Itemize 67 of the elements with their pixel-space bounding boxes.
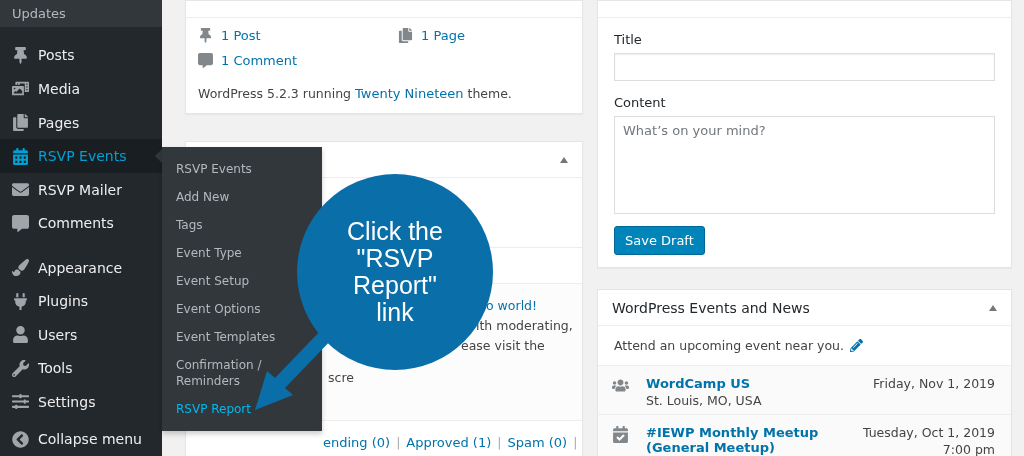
submenu-item[interactable]: Add New bbox=[176, 183, 230, 211]
sidebar-menu-item[interactable]: Updates bbox=[0, 0, 162, 27]
submenu-item[interactable]: Event Type bbox=[176, 239, 242, 267]
menu-icon bbox=[10, 213, 30, 234]
pages-icon bbox=[398, 28, 413, 43]
count-link[interactable]: 1 Post bbox=[221, 28, 261, 43]
intro-text: Attend an upcoming event near you. bbox=[614, 338, 844, 353]
sidebar-menu-item[interactable]: Comments bbox=[0, 206, 162, 240]
menu-icon bbox=[10, 358, 30, 379]
sidebar-menu-item[interactable]: Appearance bbox=[0, 250, 162, 285]
submenu-item[interactable]: RSVP Events bbox=[176, 155, 252, 183]
callout-text: Click the "RSVP Report" link bbox=[346, 218, 444, 326]
pencil-icon[interactable] bbox=[849, 339, 863, 352]
theme-link[interactable]: Twenty Nineteen bbox=[355, 86, 464, 101]
sidebar-menu-item[interactable]: Tools bbox=[0, 351, 162, 385]
field-label: Title bbox=[614, 32, 643, 47]
menu-icon bbox=[10, 324, 30, 345]
submenu-item[interactable]: Event Templates bbox=[176, 323, 276, 351]
event-location: St. Louis, MO, USA bbox=[646, 393, 763, 408]
menu-icon bbox=[10, 146, 30, 167]
title-input[interactable] bbox=[614, 53, 995, 81]
sidebar-menu-item[interactable]: Users bbox=[0, 317, 162, 352]
sidebar-menu-item[interactable]: Settings bbox=[0, 384, 162, 419]
card-title: WordPress Events and News bbox=[612, 299, 810, 316]
separator-text: | bbox=[573, 435, 578, 450]
comment-text: ith moderating, bbox=[476, 318, 573, 335]
filter-link[interactable]: ending (0) bbox=[323, 435, 391, 450]
menu-icon bbox=[10, 391, 30, 412]
separator-text: | bbox=[497, 435, 502, 450]
sidebar-menu-item[interactable]: Media bbox=[0, 72, 162, 106]
event-date: Friday, Nov 1, 2019 bbox=[873, 376, 995, 391]
calendar-icon bbox=[612, 426, 629, 443]
comment-text: o world! bbox=[486, 298, 538, 315]
event-date: Tuesday, Oct 1, 2019 bbox=[862, 425, 995, 440]
submenu-item[interactable]: Event Setup bbox=[176, 267, 250, 295]
count-link[interactable]: 1 Page bbox=[421, 28, 465, 43]
sidebar-menu-item[interactable]: Posts bbox=[0, 38, 162, 73]
collapse-caret-icon[interactable] bbox=[560, 156, 568, 163]
submenu-item[interactable]: Event Options bbox=[176, 295, 261, 323]
content-textarea[interactable]: What’s on your mind? bbox=[614, 116, 995, 214]
menu-icon bbox=[10, 112, 30, 133]
separator-text: | bbox=[396, 435, 401, 450]
sidebar-menu-item[interactable]: RSVP Events bbox=[0, 139, 162, 173]
collapse-arrow-icon bbox=[10, 429, 30, 450]
filter-link[interactable]: Spam (0) bbox=[507, 435, 568, 450]
comment-text: scre bbox=[328, 370, 354, 387]
comment-text: ease visit the bbox=[461, 338, 545, 355]
save-draft-button[interactable]: Save Draft bbox=[614, 226, 705, 255]
submenu-item[interactable]: RSVP Report bbox=[176, 395, 251, 423]
sidebar-menu-item[interactable]: Plugins bbox=[0, 284, 162, 318]
pin-icon bbox=[198, 28, 213, 43]
group-icon bbox=[612, 377, 629, 394]
field-label: Content bbox=[614, 95, 667, 110]
collapse-caret-icon[interactable] bbox=[989, 304, 997, 311]
collapse-menu-button[interactable]: Collapse menu bbox=[0, 422, 162, 456]
submenu-item[interactable]: Confirmation / Reminders bbox=[176, 351, 276, 395]
sidebar-menu-item[interactable]: Pages bbox=[0, 105, 162, 140]
submenu-item[interactable]: Tags bbox=[176, 211, 203, 239]
menu-icon bbox=[10, 257, 30, 278]
event-link[interactable]: #IEWP Monthly Meetup (General Meetup) bbox=[646, 425, 846, 455]
comment-icon bbox=[198, 53, 213, 68]
version-text: WordPress 5.2.3 running Twenty Nineteen theme. bbox=[198, 86, 513, 101]
count-link[interactable]: 1 Comment bbox=[221, 53, 298, 68]
sidebar-menu-item[interactable]: RSVP Mailer bbox=[0, 172, 162, 207]
event-link[interactable]: WordCamp US bbox=[646, 376, 846, 391]
event-time: 7:00 pm bbox=[942, 442, 995, 456]
filter-link[interactable]: Approved (1) bbox=[406, 435, 492, 450]
